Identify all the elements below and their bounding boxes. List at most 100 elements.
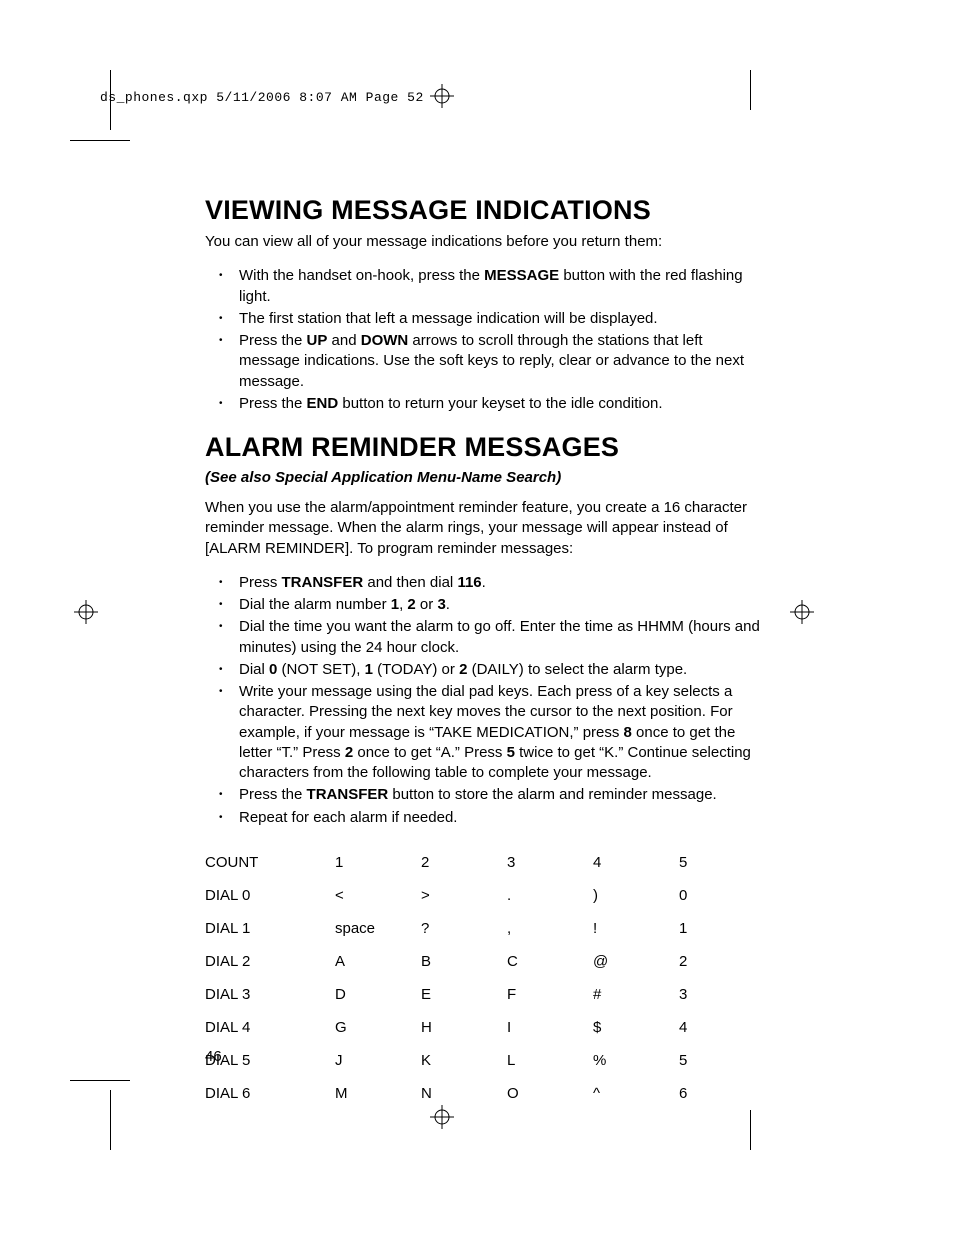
list-item: Press the UP and DOWN arrows to scroll t…: [205, 331, 765, 392]
table-cell: 1: [679, 912, 765, 945]
bold-text: 1: [391, 596, 399, 613]
bold-text: TRANSFER: [282, 574, 364, 591]
table-cell: DIAL 1: [205, 912, 335, 945]
table-cell: 3: [679, 978, 765, 1011]
bold-text: 116: [457, 574, 481, 591]
bold-text: 5: [507, 744, 515, 761]
table-cell: F: [507, 978, 593, 1011]
subheading: (See also Special Application Menu-Name …: [205, 469, 765, 486]
bold-text: DOWN: [361, 332, 409, 349]
text: and then dial: [363, 574, 457, 591]
crop-mark: [70, 140, 130, 141]
list-item: Dial 0 (NOT SET), 1 (TODAY) or 2 (DAILY)…: [205, 660, 765, 680]
table-header: 5: [679, 846, 765, 879]
table-cell: C: [507, 945, 593, 978]
bold-text: MESSAGE: [484, 267, 559, 284]
table-cell: 6: [679, 1077, 765, 1110]
table-cell: B: [421, 945, 507, 978]
table-cell: D: [335, 978, 421, 1011]
table-cell: @: [593, 945, 679, 978]
table-cell: <: [335, 879, 421, 912]
table-cell: E: [421, 978, 507, 1011]
bold-text: 1: [365, 661, 373, 678]
list-item: Dial the alarm number 1, 2 or 3.: [205, 595, 765, 615]
table-cell: ^: [593, 1077, 679, 1110]
page-number: 46: [205, 1048, 222, 1065]
table-cell: M: [335, 1077, 421, 1110]
list-item: Press TRANSFER and then dial 116.: [205, 573, 765, 593]
table-cell: !: [593, 912, 679, 945]
table-cell: space: [335, 912, 421, 945]
registration-mark-icon: [74, 600, 98, 624]
table-row: DIAL 2ABC@2: [205, 945, 765, 978]
table-cell: .: [507, 879, 593, 912]
table-row: DIAL 5JKL%5: [205, 1044, 765, 1077]
crop-mark: [110, 1090, 111, 1150]
text: button to store the alarm and reminder m…: [388, 786, 717, 803]
heading-viewing: VIEWING MESSAGE INDICATIONS: [205, 195, 765, 226]
text: (TODAY) or: [373, 661, 459, 678]
text: Press the: [239, 332, 307, 349]
table-header: COUNT: [205, 846, 335, 879]
table-cell: 4: [679, 1011, 765, 1044]
table-cell: %: [593, 1044, 679, 1077]
table-cell: I: [507, 1011, 593, 1044]
table-row: DIAL 0<>.)0: [205, 879, 765, 912]
table-cell: ): [593, 879, 679, 912]
table-header: 3: [507, 846, 593, 879]
table-cell: L: [507, 1044, 593, 1077]
slug-line: ds_phones.qxp 5/11/2006 8:07 AM Page 52: [100, 90, 424, 105]
table-cell: K: [421, 1044, 507, 1077]
table-cell: $: [593, 1011, 679, 1044]
table-cell: DIAL 2: [205, 945, 335, 978]
list-item: Repeat for each alarm if needed.: [205, 808, 765, 828]
character-table: COUNT 1 2 3 4 5 DIAL 0<>.)0 DIAL 1space?…: [205, 846, 765, 1110]
table-cell: G: [335, 1011, 421, 1044]
bold-text: 2: [345, 744, 353, 761]
table-cell: ?: [421, 912, 507, 945]
list-item: Press the END button to return your keys…: [205, 394, 765, 414]
text: Press the: [239, 395, 307, 412]
heading-alarm: ALARM REMINDER MESSAGES: [205, 432, 765, 463]
table-cell: #: [593, 978, 679, 1011]
table-cell: DIAL 6: [205, 1077, 335, 1110]
table-cell: DIAL 0: [205, 879, 335, 912]
text: Repeat for each alarm if needed.: [239, 809, 457, 826]
table-cell: DIAL 5: [205, 1044, 335, 1077]
text: (NOT SET),: [277, 661, 364, 678]
table-cell: 2: [679, 945, 765, 978]
text: Dial: [239, 661, 269, 678]
text: With the handset on-hook, press the: [239, 267, 484, 284]
list-item: Press the TRANSFER button to store the a…: [205, 785, 765, 805]
table-cell: H: [421, 1011, 507, 1044]
table-cell: O: [507, 1077, 593, 1110]
bold-text: 2: [407, 596, 415, 613]
bold-text: TRANSFER: [307, 786, 389, 803]
intro-text: You can view all of your message indicat…: [205, 232, 765, 252]
table-row: DIAL 3DEF#3: [205, 978, 765, 1011]
table-header: 4: [593, 846, 679, 879]
table-row: DIAL 6MNO^6: [205, 1077, 765, 1110]
table-header: 1: [335, 846, 421, 879]
bullet-list-1: With the handset on-hook, press the MESS…: [205, 266, 765, 414]
table-cell: 5: [679, 1044, 765, 1077]
table-cell: A: [335, 945, 421, 978]
table-cell: ,: [507, 912, 593, 945]
table-cell: N: [421, 1077, 507, 1110]
text: Press: [239, 574, 282, 591]
bold-text: UP: [307, 332, 328, 349]
crop-mark: [70, 1080, 130, 1081]
registration-mark-icon: [430, 84, 454, 108]
list-item: Dial the time you want the alarm to go o…: [205, 617, 765, 658]
table-row: DIAL 1space?,!1: [205, 912, 765, 945]
bold-text: END: [307, 395, 339, 412]
table-header: 2: [421, 846, 507, 879]
text: once to get “A.” Press: [353, 744, 506, 761]
list-item: With the handset on-hook, press the MESS…: [205, 266, 765, 307]
registration-mark-icon: [790, 600, 814, 624]
table-cell: J: [335, 1044, 421, 1077]
table-header-row: COUNT 1 2 3 4 5: [205, 846, 765, 879]
text: (DAILY) to select the alarm type.: [467, 661, 687, 678]
table-row: DIAL 4GHI$4: [205, 1011, 765, 1044]
table-cell: DIAL 3: [205, 978, 335, 1011]
